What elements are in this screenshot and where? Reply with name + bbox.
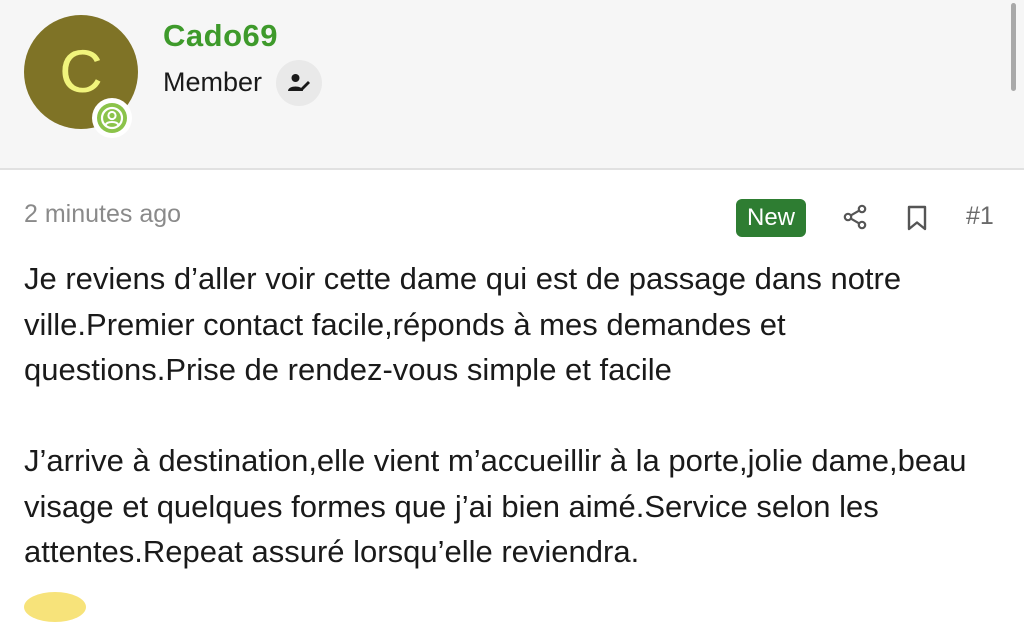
role-badge-button[interactable] xyxy=(276,60,322,106)
post-paragraph: J’arrive à destination,elle vient m’accu… xyxy=(24,443,967,569)
reaction-icon[interactable] xyxy=(24,592,86,622)
username-link[interactable]: Cado69 xyxy=(163,18,278,54)
user-header: C Cado69 Member xyxy=(0,0,1024,170)
share-button[interactable] xyxy=(840,202,870,232)
user-circle-icon xyxy=(97,103,127,133)
share-icon xyxy=(843,204,867,230)
post-timestamp[interactable]: 2 minutes ago xyxy=(24,200,181,229)
bookmark-button[interactable] xyxy=(902,203,932,233)
post-body: Je reviens d’aller voir cette dame qui e… xyxy=(24,256,1004,575)
online-status-badge xyxy=(92,98,132,138)
new-badge: New xyxy=(736,199,806,237)
bookmark-icon xyxy=(907,205,927,231)
post-paragraph: Je reviens d’aller voir cette dame qui e… xyxy=(24,261,902,387)
post-number-link[interactable]: #1 xyxy=(966,202,994,231)
user-role: Member xyxy=(163,67,263,97)
user-edit-icon xyxy=(288,74,310,91)
scrollbar[interactable] xyxy=(1011,3,1016,91)
